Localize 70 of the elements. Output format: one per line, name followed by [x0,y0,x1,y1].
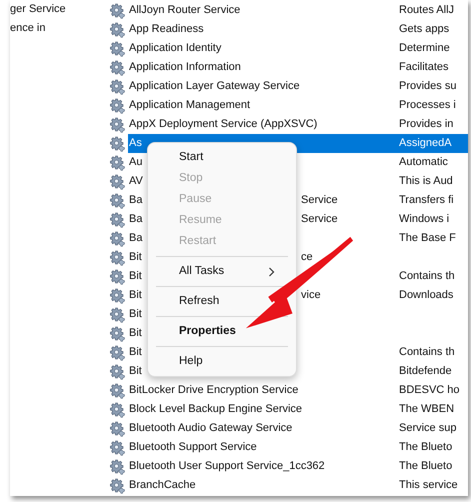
gear-icon [110,174,126,190]
service-name[interactable]: AppX Deployment Service (AppXSVC) [128,115,399,134]
service-description: Downloads [399,288,454,303]
service-description: AssignedA [399,134,468,153]
service-description: This is Aud [399,174,454,189]
service-description: Bitdefende [399,364,453,379]
service-description: Processes i [399,98,457,113]
service-name[interactable]: BranchCache [128,476,399,495]
service-name[interactable]: Block Level Backup Engine Service [128,400,399,419]
gear-icon [110,344,126,360]
gear-icon [110,212,126,228]
service-description: Automatic [399,155,449,170]
service-description: Transfers fi [399,193,455,208]
gear-icon [110,288,126,304]
gear-icon [110,268,126,284]
service-description: Determine [399,41,451,56]
service-name[interactable]: App Readiness [128,20,399,39]
service-description: Contains th [399,345,456,360]
service-name[interactable]: BitLocker Drive Encryption Service [128,381,399,400]
gear-icon [110,60,126,76]
gear-icon [110,136,126,152]
gear-icon [110,40,126,56]
gear-icon [110,458,126,474]
description-text: ger Service [10,2,67,17]
gear-icon [110,192,126,208]
gear-icon [110,478,126,494]
service-description: Provides in [399,117,454,132]
service-name[interactable]: Bluetooth Audio Gateway Service [128,419,399,438]
service-name[interactable]: Bluetooth Support Service [128,438,399,457]
service-description: The Blueto [399,459,454,474]
gear-icon [110,230,126,246]
service-name[interactable]: AllJoyn Router Service [128,1,399,20]
service-description: The Base F [399,231,457,246]
service-name[interactable]: Application Identity [128,39,399,58]
gear-icon [110,22,126,38]
service-description: Gets apps [399,22,450,37]
service-description: The Blueto [399,440,454,455]
gear-icon [110,364,126,380]
service-name[interactable]: Application Management [128,96,399,115]
gear-icon [110,402,126,418]
gear-icon [110,306,126,322]
gear-icon [110,250,126,266]
gear-icon [110,440,126,456]
gear-icon [110,382,126,398]
menu-item[interactable]: Refresh [152,291,226,312]
service-name[interactable]: Bluetooth User Support Service_1cc362 [128,457,399,476]
gear-icon [110,116,126,132]
gear-icon [110,78,126,94]
menu-item[interactable]: Start [152,147,210,168]
service-description: Service sup [399,421,458,436]
description-text: ence in [10,21,46,36]
gear-icon [110,2,126,18]
menu-item[interactable]: Properties [152,321,242,342]
chevron-icon [268,266,276,276]
service-name[interactable]: Application Information [128,58,399,77]
service-description: Provides su [399,79,458,94]
service-name[interactable]: Application Layer Gateway Service [128,77,399,96]
gear-icon [110,420,126,436]
service-description: Facilitates [399,60,450,75]
gear-icon [110,326,126,342]
service-description: This service [399,478,459,493]
menu-item[interactable]: Help [152,351,209,372]
service-description: Routes AllJ [399,3,456,18]
menu-item[interactable]: All Tasks [152,261,282,282]
service-description: The WBEN [399,402,456,417]
service-description: BDESVC ho [399,383,461,398]
gear-icon [110,154,126,170]
service-description: Windows i [399,212,450,227]
service-description: Contains th [399,269,456,284]
gear-icon [110,98,126,114]
